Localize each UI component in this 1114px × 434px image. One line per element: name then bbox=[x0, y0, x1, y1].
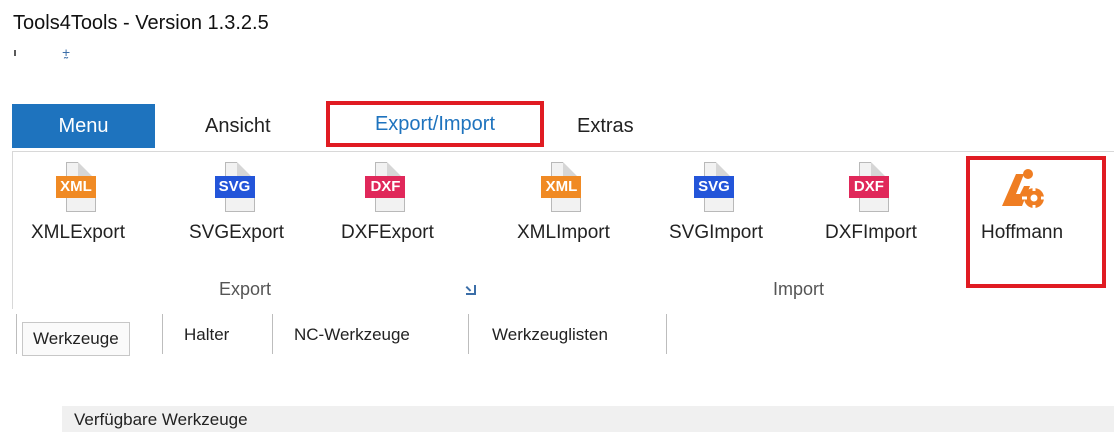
dxf-file-icon: DXF bbox=[365, 162, 409, 216]
tab-ansicht[interactable]: Ansicht bbox=[205, 104, 271, 148]
qat-dropdown-icon[interactable]: ⨦ bbox=[62, 44, 70, 58]
qat-mark bbox=[14, 50, 16, 56]
tab-export-import[interactable]: Export/Import bbox=[326, 101, 544, 147]
button-label: XMLImport bbox=[517, 222, 610, 243]
subtab-halter[interactable]: Halter bbox=[184, 318, 229, 352]
subtab-nc-werkzeuge[interactable]: NC-Werkzeuge bbox=[294, 318, 410, 352]
button-label: DXFExport bbox=[341, 222, 434, 243]
ribbon-tabbar: Menu Ansicht Export/Import Extras bbox=[0, 101, 1114, 152]
dialog-launcher-icon[interactable] bbox=[466, 285, 476, 295]
group-label-import: Import bbox=[773, 279, 825, 299]
xml-file-icon: XML bbox=[541, 162, 585, 216]
subtab-werkzeuglisten[interactable]: Werkzeuglisten bbox=[492, 318, 608, 352]
button-label: SVGExport bbox=[189, 222, 285, 243]
dxf-export-button[interactable]: DXF DXFExport bbox=[341, 162, 434, 244]
separator bbox=[16, 314, 17, 354]
button-label: Hoffmann bbox=[981, 222, 1064, 243]
subtab-werkzeuge[interactable]: Werkzeuge bbox=[22, 322, 130, 356]
hoffmann-logo-icon bbox=[1002, 169, 1047, 210]
tab-extras[interactable]: Extras bbox=[577, 104, 634, 148]
window-title: Tools4Tools - Version 1.3.2.5 bbox=[13, 12, 269, 34]
separator bbox=[272, 314, 273, 354]
panel-header: Verfügbare Werkzeuge bbox=[62, 406, 1114, 432]
xml-file-icon: XML bbox=[55, 162, 100, 216]
svg-import-button[interactable]: SVG SVGImport bbox=[669, 162, 763, 244]
xml-import-button[interactable]: XML XMLImport bbox=[517, 162, 610, 244]
svg-file-icon: SVG bbox=[693, 162, 738, 216]
tab-menu[interactable]: Menu bbox=[12, 104, 155, 148]
button-label: DXFImport bbox=[825, 222, 917, 243]
hoffmann-button[interactable]: Hoffmann bbox=[981, 162, 1063, 244]
xml-export-button[interactable]: XML XMLExport bbox=[31, 162, 125, 244]
svg-file-icon: SVG bbox=[214, 162, 259, 216]
svg-export-button[interactable]: SVG SVGExport bbox=[189, 162, 284, 244]
separator bbox=[666, 314, 667, 354]
separator bbox=[468, 314, 469, 354]
ribbon-panel: XML XMLExport SVG SVGExport DXF DXFExpor… bbox=[12, 151, 1114, 309]
subtab-bar: Werkzeuge Halter NC-Werkzeuge Werkzeugli… bbox=[12, 310, 1114, 358]
dxf-file-icon: DXF bbox=[848, 162, 893, 216]
dxf-import-button[interactable]: DXF DXFImport bbox=[825, 162, 917, 244]
button-label: XMLExport bbox=[31, 222, 125, 243]
button-label: SVGImport bbox=[669, 222, 763, 243]
group-label-export: Export bbox=[219, 279, 272, 299]
separator bbox=[162, 314, 163, 354]
